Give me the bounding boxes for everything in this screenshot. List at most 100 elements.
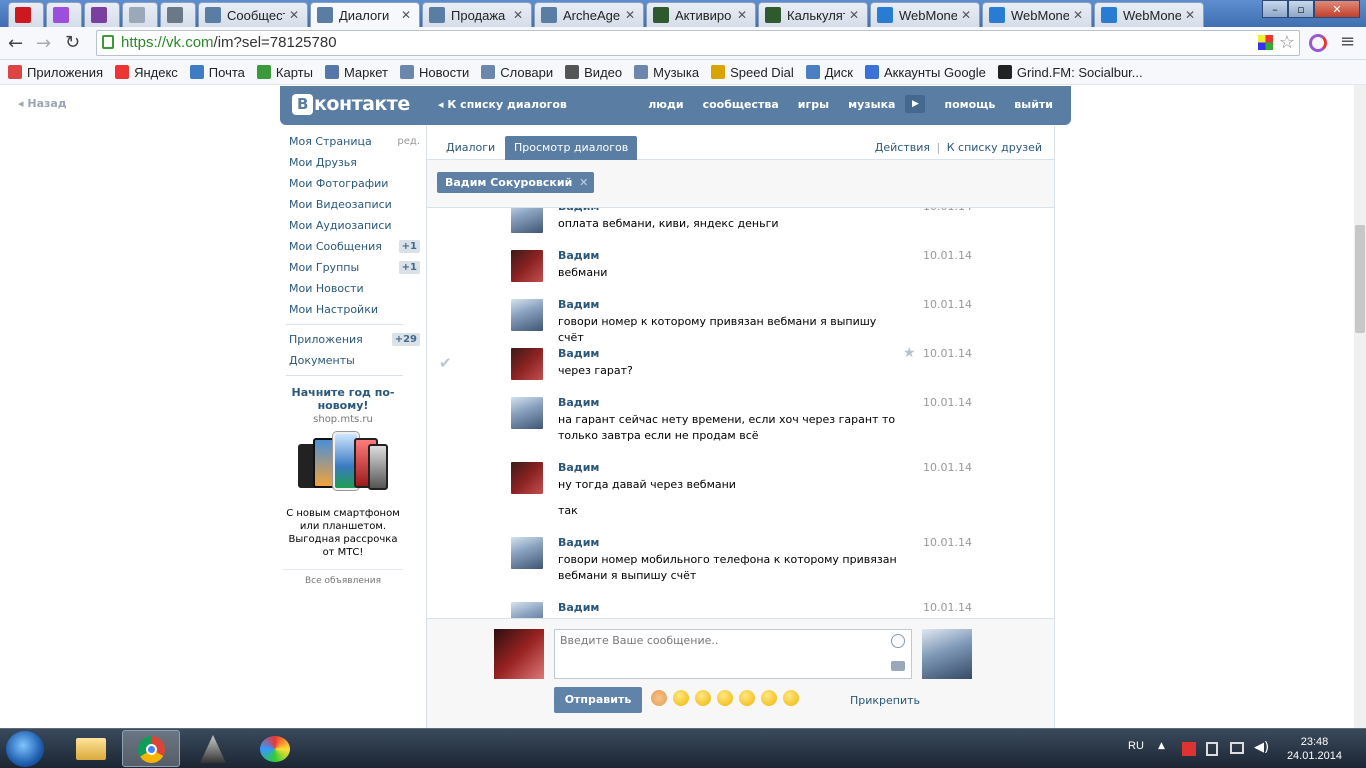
browser-tab[interactable]: Сообщест ✕	[198, 2, 308, 27]
system-clock[interactable]: 23:48 24.01.2014	[1287, 735, 1342, 763]
volume-icon[interactable]: ◀)	[1254, 740, 1269, 755]
left-menu-item[interactable]: Мои Настройки	[283, 299, 420, 320]
left-menu-item[interactable]: Мои Новости	[283, 278, 420, 299]
game-taskbar-icon[interactable]	[184, 730, 242, 767]
back-arrow-icon[interactable]: ←	[8, 33, 23, 54]
close-icon[interactable]: ✕	[579, 172, 588, 193]
browser-tab[interactable]	[46, 2, 82, 27]
bookmark-item[interactable]: Музыка	[634, 65, 699, 80]
address-bar[interactable]: https://vk.com/im?sel=78125780 ☆	[96, 30, 1300, 56]
sender-avatar[interactable]	[511, 250, 543, 282]
browser-tab[interactable]: WebMone ✕	[982, 2, 1092, 27]
crazy-emoji-icon[interactable]	[739, 690, 755, 706]
star-icon[interactable]: ☆	[1279, 30, 1295, 54]
nav-games[interactable]: игры	[798, 98, 829, 113]
device-icon[interactable]	[1206, 742, 1218, 756]
close-tab-icon[interactable]: ✕	[737, 8, 747, 22]
network-icon[interactable]	[1230, 742, 1244, 754]
close-tab-icon[interactable]: ✕	[961, 8, 971, 22]
minimize-button[interactable]: –	[1262, 0, 1288, 18]
checkmark-icon[interactable]: ✔	[439, 354, 452, 372]
left-menu-item[interactable]: Мои Группы +1	[283, 257, 420, 278]
explorer-taskbar-icon[interactable]	[62, 730, 120, 767]
ad-block[interactable]: Начните год по-новому! shop.mts.ru С нов…	[283, 386, 403, 586]
maximize-button[interactable]: ▫	[1288, 0, 1314, 18]
peer-avatar[interactable]	[922, 629, 972, 679]
close-window-button[interactable]: ✕	[1314, 0, 1360, 18]
start-button[interactable]	[6, 731, 44, 767]
message-date[interactable]: 10.01.14	[923, 461, 972, 474]
left-menu-item[interactable]: Мои Видеозаписи	[283, 194, 420, 215]
sender-name[interactable]: Вадим	[558, 249, 599, 262]
sender-name[interactable]: Вадим	[558, 208, 599, 213]
tab-view-dialogs[interactable]: Просмотр диалогов	[505, 136, 638, 160]
tongue-emoji-icon[interactable]	[673, 690, 689, 706]
close-tab-icon[interactable]: ✕	[1073, 8, 1083, 22]
bookmark-item[interactable]: Speed Dial	[711, 65, 794, 80]
scream-emoji-icon[interactable]	[761, 690, 777, 706]
message-row[interactable]: Вадим 10.01.14 говори номер мобильного тел…	[427, 535, 1054, 595]
bookmark-item[interactable]: Маркет	[324, 65, 388, 80]
smiley-icon[interactable]	[891, 634, 905, 648]
message-date[interactable]: 10.01.14	[923, 208, 972, 213]
extension-icon[interactable]	[1258, 35, 1273, 50]
left-menu-item[interactable]: Мои Друзья	[283, 152, 420, 173]
bookmark-item[interactable]: Яндекс	[115, 65, 178, 80]
bookmark-item[interactable]: Карты	[256, 65, 313, 80]
wink-emoji-icon[interactable]	[717, 690, 733, 706]
browser-tab[interactable]: Продажа I ✕	[422, 2, 532, 27]
camera-icon[interactable]	[891, 661, 905, 671]
edit-link[interactable]: ред.	[397, 136, 420, 147]
bookmark-item[interactable]: Grind.FM: Socialbur...	[997, 65, 1143, 80]
vk-logo[interactable]: Вконтакте	[292, 93, 410, 115]
star-icon[interactable]: ★	[903, 345, 916, 361]
message-date[interactable]: 10.01.14	[923, 298, 972, 311]
left-menu-item[interactable]: Мои Сообщения +1	[283, 236, 420, 257]
sender-avatar[interactable]	[511, 299, 543, 331]
sender-avatar[interactable]	[511, 397, 543, 429]
close-tab-icon[interactable]: ✕	[1185, 8, 1195, 22]
forward-arrow-icon[interactable]: →	[36, 33, 51, 54]
attach-link[interactable]: Прикрепить	[850, 694, 920, 707]
nav-communities[interactable]: сообщества	[703, 98, 779, 113]
nav-music[interactable]: музыка	[848, 98, 895, 113]
bookmark-item[interactable]: Новости	[399, 65, 469, 80]
browser-tab[interactable]: WebMone ✕	[870, 2, 980, 27]
browser-tab[interactable]	[8, 2, 44, 27]
nav-logout[interactable]: выйти	[1014, 98, 1053, 113]
bookmark-item[interactable]: Словари	[481, 65, 553, 80]
language-indicator[interactable]: RU	[1128, 740, 1144, 752]
mask-emoji-icon[interactable]	[783, 690, 799, 706]
message-row[interactable]: Вадим 10.01.14 ну тогда давай через вебман…	[427, 460, 1054, 520]
sender-name[interactable]: Вадим	[558, 601, 599, 614]
bookmark-item[interactable]: Диск	[805, 65, 853, 80]
sender-name[interactable]: Вадим	[558, 536, 599, 549]
scrollbar-thumb[interactable]	[1355, 225, 1365, 333]
tab-dialogs[interactable]: Диалоги	[437, 136, 504, 160]
to-friends-link[interactable]: К списку друзей	[947, 141, 1042, 154]
sender-avatar[interactable]	[511, 462, 543, 494]
browser-tab[interactable]	[122, 2, 158, 27]
message-row[interactable]: Вадим 10.01.14 на гарант сейчас нету време…	[427, 395, 1054, 455]
sender-name[interactable]: Вадим	[558, 347, 599, 360]
sender-name[interactable]: Вадим	[558, 396, 599, 409]
addon-icon[interactable]	[1309, 34, 1327, 52]
to-dialogs-link[interactable]: ◂ К списку диалогов	[438, 98, 567, 111]
bookmark-item[interactable]: Приложения	[8, 65, 103, 80]
left-menu-item[interactable]: Приложения +29	[283, 329, 420, 350]
bookmark-item[interactable]: Почта	[189, 65, 245, 80]
message-input[interactable]: Введите Ваше сообщение..	[554, 629, 912, 679]
back-link[interactable]: ◂ Назад	[18, 97, 67, 110]
browser-tab[interactable]: WebMone ✕	[1094, 2, 1204, 27]
nav-people[interactable]: люди	[648, 98, 683, 113]
left-menu-item[interactable]: Мои Аудиозаписи	[283, 215, 420, 236]
play-icon[interactable]: ▶	[905, 95, 926, 113]
actions-link[interactable]: Действия	[875, 141, 930, 154]
reload-icon[interactable]: ↻	[65, 32, 80, 53]
tray-expand-icon[interactable]: ▲	[1158, 741, 1165, 751]
paint-taskbar-icon[interactable]	[246, 730, 304, 767]
browser-tab[interactable]	[84, 2, 120, 27]
all-ads-link[interactable]: Все объявления	[283, 569, 403, 586]
close-tab-icon[interactable]: ✕	[625, 8, 635, 22]
browser-tab[interactable]: Калькулят ✕	[758, 2, 868, 27]
